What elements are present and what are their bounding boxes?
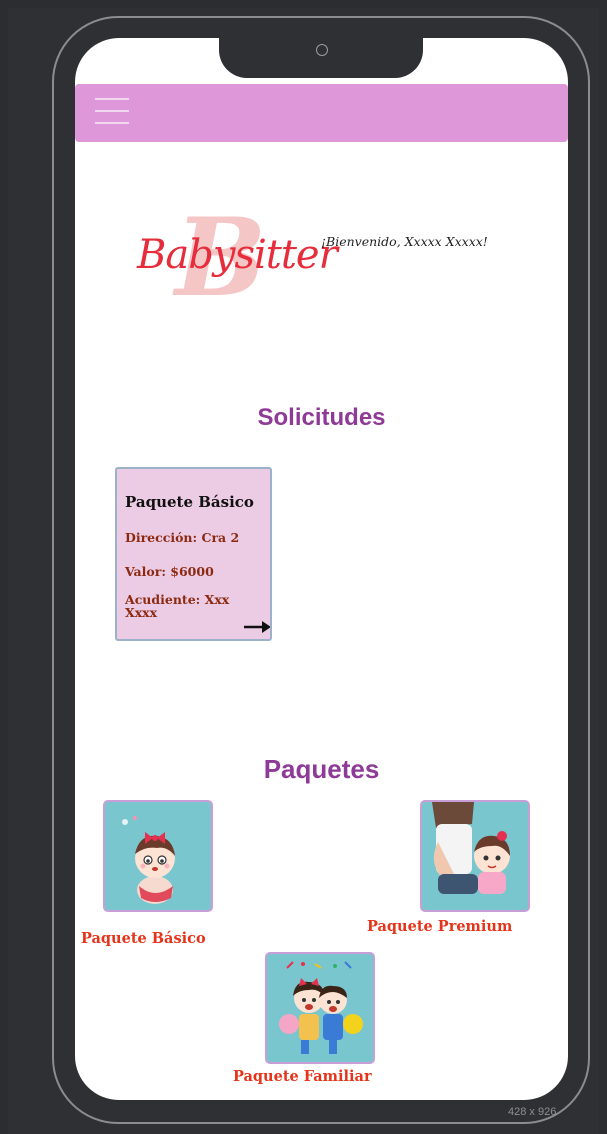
babysitter-logo: B Babysitter <box>133 198 338 318</box>
viewport-size-label: 428 x 926 <box>508 1106 557 1118</box>
app-screen: B Babysitter ¡Bienvenido, Xxxxx Xxxxx! S… <box>75 38 568 1100</box>
package-premium-image[interactable] <box>420 800 530 912</box>
hamburger-menu-icon[interactable] <box>95 98 129 126</box>
package-premium-label[interactable]: Paquete Premium <box>367 918 512 935</box>
package-familiar-image[interactable] <box>265 952 375 1064</box>
package-familiar-label[interactable]: Paquete Familiar <box>233 1068 372 1085</box>
camera-icon <box>316 44 328 56</box>
package-basic-label[interactable]: Paquete Básico <box>81 930 206 947</box>
arrow-right-icon[interactable] <box>243 619 271 635</box>
parent-and-child-illustration <box>432 802 510 894</box>
request-card-value: Valor: $6000 <box>125 564 214 579</box>
solicitudes-title: Solicitudes <box>257 404 386 431</box>
request-card-title: Paquete Básico <box>125 493 254 511</box>
kids-celebrating-illustration <box>279 961 363 1054</box>
request-card-address: Dirección: Cra 2 <box>125 530 240 545</box>
welcome-message: ¡Bienvenido, Xxxxx Xxxxx! <box>321 234 488 249</box>
request-card[interactable]: Paquete Básico Dirección: Cra 2 Valor: $… <box>115 467 272 641</box>
phone-notch <box>219 38 423 78</box>
package-basic-image[interactable] <box>103 800 213 912</box>
baby-girl-illustration <box>122 816 175 904</box>
logo-text: Babysitter <box>137 232 338 278</box>
paquetes-title: Paquetes <box>263 754 380 784</box>
top-navbar <box>75 84 568 142</box>
request-card-guardian: Acudiente: Xxx Xxxx <box>125 592 230 620</box>
